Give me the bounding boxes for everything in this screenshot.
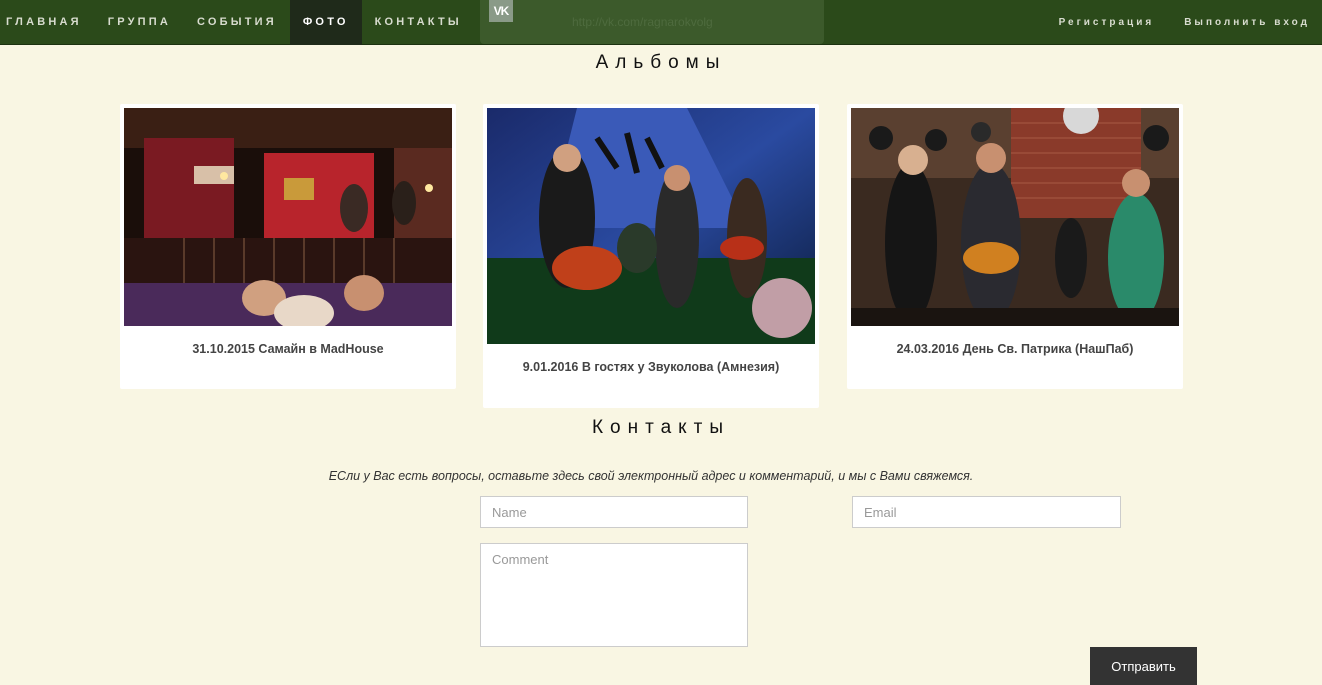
- nav-item-photo[interactable]: ФОТО: [289, 0, 362, 45]
- album-card[interactable]: 31.10.2015 Самайн в MadHouse: [120, 104, 456, 389]
- register-link[interactable]: Регистрация: [1044, 0, 1170, 45]
- album-caption[interactable]: 9.01.2016 В гостях у Звуколова (Амнезия): [487, 344, 815, 374]
- nav-item-events[interactable]: СОБЫТИЯ: [184, 0, 290, 45]
- album-photo-nashpub[interactable]: [851, 108, 1179, 326]
- send-button[interactable]: Отправить: [1090, 647, 1197, 685]
- email-field[interactable]: [852, 496, 1121, 528]
- album-card[interactable]: 9.01.2016 В гостях у Звуколова (Амнезия): [483, 104, 819, 408]
- vk-link[interactable]: http://vk.com/ragnarokvolg: [480, 0, 824, 44]
- album-caption[interactable]: 24.03.2016 День Св. Патрика (НашПаб): [851, 326, 1179, 356]
- nav-item-contacts[interactable]: КОНТАКТЫ: [362, 0, 475, 45]
- contacts-title: Контакты: [591, 417, 731, 438]
- album-photo-madhouse[interactable]: [124, 108, 452, 326]
- album-card[interactable]: 24.03.2016 День Св. Патрика (НашПаб): [847, 104, 1183, 389]
- album-caption[interactable]: 31.10.2015 Самайн в MadHouse: [124, 326, 452, 356]
- nav-item-home[interactable]: ГЛАВНАЯ: [0, 0, 95, 45]
- top-navbar: ГЛАВНАЯ ГРУППА СОБЫТИЯ ФОТО КОНТАКТЫ htt…: [0, 0, 1322, 45]
- vk-icon[interactable]: VK: [489, 0, 513, 22]
- albums-title: Альбомы: [595, 52, 727, 73]
- main-menu: ГЛАВНАЯ ГРУППА СОБЫТИЯ ФОТО КОНТАКТЫ: [0, 0, 475, 45]
- account-menu: Регистрация Выполнить вход: [1044, 0, 1322, 45]
- name-field[interactable]: [480, 496, 748, 528]
- album-photo-amnesia[interactable]: [487, 108, 815, 344]
- comment-field[interactable]: [480, 543, 748, 647]
- contact-description: ЕСли у Вас есть вопросы, оставьте здесь …: [328, 469, 974, 483]
- login-link[interactable]: Выполнить вход: [1169, 0, 1322, 45]
- nav-item-group[interactable]: ГРУППА: [95, 0, 184, 45]
